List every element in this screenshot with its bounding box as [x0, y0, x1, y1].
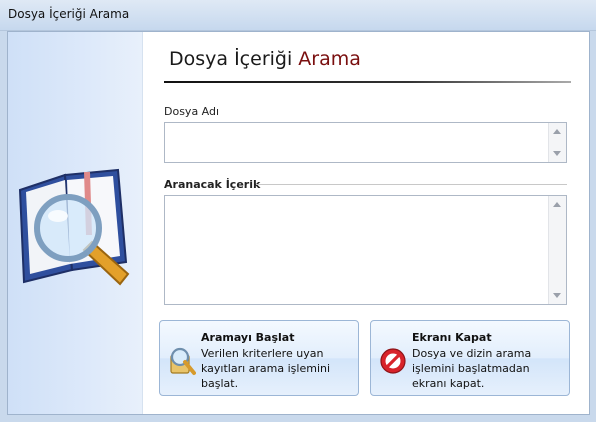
scroll-up-arrow-icon[interactable] [553, 129, 561, 134]
start-search-description: Verilen kriterlere uyan kayıtları arama … [201, 347, 331, 390]
filename-scrollbar[interactable] [548, 123, 566, 162]
no-entry-icon [380, 348, 406, 374]
page-title-accent: Arama [298, 48, 361, 70]
left-decor-panel [8, 32, 143, 414]
start-search-button[interactable]: Aramayı Başlat Verilen kriterlere uyan k… [159, 320, 359, 396]
close-screen-description: Dosya ve dizin arama işlemini başlatmada… [412, 347, 532, 390]
content-field[interactable] [164, 195, 567, 305]
title-bar[interactable]: Dosya İçeriği Arama [0, 0, 596, 31]
filename-field[interactable] [164, 122, 567, 163]
client-area: Dosya İçeriği Arama Dosya Adı Aranacak İ… [7, 31, 590, 415]
content-group-line [256, 184, 567, 185]
scroll-up-arrow-icon[interactable] [553, 202, 561, 207]
window-title: Dosya İçeriği Arama [8, 7, 130, 21]
close-screen-button[interactable]: Ekranı Kapat Dosya ve dizin arama işlemi… [370, 320, 570, 396]
app-window: Dosya İçeriği Arama Dosya İçeriği Arama … [0, 0, 596, 422]
page-title-main: Dosya İçeriği [169, 48, 299, 70]
content-label: Aranacak İçerik [164, 178, 261, 191]
page-title: Dosya İçeriği Arama [169, 48, 361, 70]
content-scrollbar[interactable] [548, 196, 566, 304]
scroll-down-arrow-icon[interactable] [553, 293, 561, 298]
book-magnifier-icon [18, 168, 130, 286]
filename-label: Dosya Adı [164, 105, 220, 118]
magnifier-folder-icon [170, 347, 196, 375]
close-screen-title: Ekranı Kapat [412, 331, 492, 344]
start-search-title: Aramayı Başlat [201, 331, 295, 344]
header-divider [164, 81, 571, 83]
scroll-down-arrow-icon[interactable] [553, 151, 561, 156]
